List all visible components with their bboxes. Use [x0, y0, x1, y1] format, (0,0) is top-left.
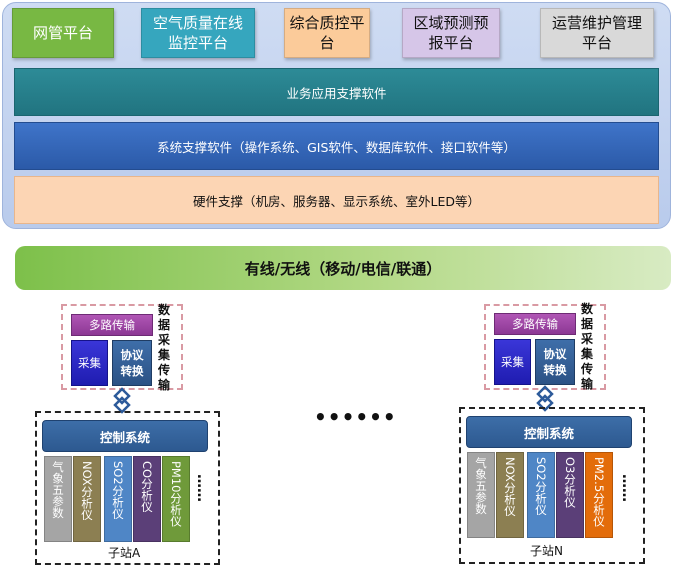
more-stations-dots: •••••• [314, 405, 397, 429]
instrument-pm10-a: PM10分析仪 [162, 456, 190, 542]
station-a-label: 子站A [108, 546, 141, 560]
protocol-conversion-left: 协议转换 [112, 340, 152, 386]
more-instruments-a: …… [194, 474, 210, 502]
platform-air-quality-monitoring: 空气质量在线监控平台 [141, 8, 255, 58]
layer-business-application: 业务应用支撑软件 [14, 68, 659, 116]
protocol-conversion-right: 协议转换 [535, 339, 575, 385]
collect-block-right: 采集 [494, 339, 531, 385]
instrument-row-n: 气象五参数 NOX分析仪 SO2分析仪 O3分析仪 PM2.5分析仪 …… [467, 452, 641, 538]
multiplex-transmission-right: 多路传输 [494, 313, 576, 335]
control-system-a: 控制系统 [42, 420, 208, 452]
collect-block-left: 采集 [71, 340, 108, 386]
instrument-pm25-n: PM2.5分析仪 [585, 452, 613, 538]
network-bar: 有线/无线（移动/电信/联通） [15, 246, 671, 290]
instrument-nox-n: NOX分析仪 [496, 452, 524, 538]
more-instruments-n: …… [619, 474, 635, 502]
data-acq-label-left: 数据采集传输 [157, 303, 170, 392]
instrument-co-a: CO分析仪 [133, 456, 161, 542]
instrument-weather-a: 气象五参数 [44, 456, 72, 542]
data-acq-label-right: 数据采集传输 [580, 302, 593, 391]
multiplex-transmission-left: 多路传输 [71, 314, 153, 336]
platform-operations-maintenance: 运营维护管理平台 [540, 8, 654, 58]
platform-quality-control: 综合质控平台 [284, 8, 370, 58]
control-system-n: 控制系统 [466, 416, 632, 448]
instrument-row-a: 气象五参数 NOX分析仪 SO2分析仪 CO分析仪 PM10分析仪 …… [44, 456, 216, 542]
instrument-nox-a: NOX分析仪 [73, 456, 101, 542]
layer-system-support: 系统支撑软件（操作系统、GIS软件、数据库软件、接口软件等） [14, 122, 659, 170]
layer-hardware-support: 硬件支撑（机房、服务器、显示系统、室外LED等） [14, 176, 659, 224]
instrument-so2-n: SO2分析仪 [527, 452, 555, 538]
instrument-weather-n: 气象五参数 [467, 452, 495, 538]
platform-regional-forecast: 区域预测预报平台 [402, 8, 500, 58]
instrument-o3-n: O3分析仪 [556, 452, 584, 538]
station-n-label: 子站N [530, 544, 563, 558]
platform-network-management: 网管平台 [12, 8, 114, 58]
instrument-so2-a: SO2分析仪 [104, 456, 132, 542]
